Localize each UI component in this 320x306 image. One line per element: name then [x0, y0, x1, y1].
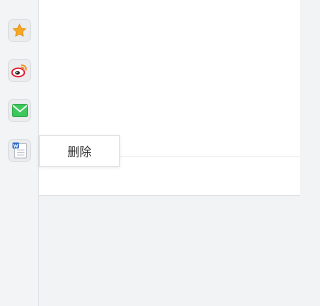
lower-panel — [39, 196, 300, 306]
mail-icon — [11, 104, 28, 117]
mail-app-button[interactable] — [8, 99, 31, 122]
favorites-app-button[interactable] — [8, 19, 31, 42]
context-menu: 删除 — [39, 135, 120, 167]
star-icon — [12, 23, 27, 38]
weibo-app-button[interactable] — [8, 59, 31, 82]
delete-menu-item[interactable]: 删除 — [40, 136, 119, 166]
word-document-icon — [12, 142, 28, 159]
weibo-icon — [11, 63, 28, 78]
app-sidebar — [0, 0, 39, 306]
document-app-button[interactable] — [8, 139, 31, 162]
